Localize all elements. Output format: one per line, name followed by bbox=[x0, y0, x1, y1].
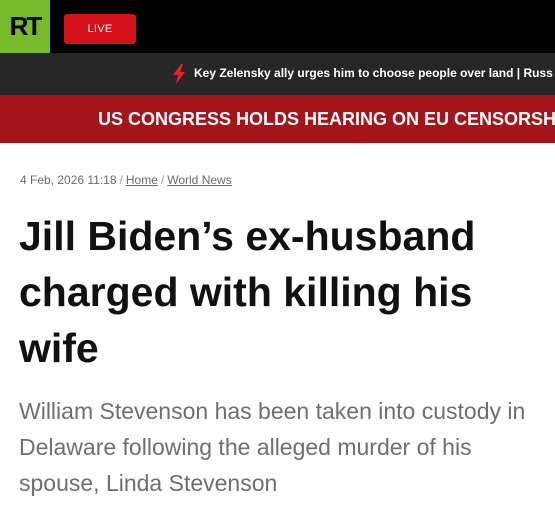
ticker-headline[interactable]: Key Zelensky ally urges him to choose pe… bbox=[194, 66, 553, 80]
breaking-headline[interactable]: US CONGRESS HOLDS HEARING ON EU CENSORSH… bbox=[98, 109, 555, 130]
article-lead: William Stevenson has been taken into cu… bbox=[19, 398, 526, 496]
publish-date: 4 Feb, 2026 11:18 bbox=[20, 173, 117, 187]
article-headline: Jill Biden’s ex-husband charged with kil… bbox=[19, 213, 476, 371]
news-ticker[interactable]: Key Zelensky ally urges him to choose pe… bbox=[0, 53, 555, 95]
breaking-news-banner[interactable]: US CONGRESS HOLDS HEARING ON EU CENSORSH… bbox=[0, 95, 555, 143]
live-button[interactable]: LIVE bbox=[64, 14, 136, 44]
breadcrumb-separator: / bbox=[119, 173, 123, 187]
logo-text: RT bbox=[9, 11, 43, 41]
rt-logo[interactable]: RT bbox=[0, 0, 50, 53]
lightning-bolt-icon bbox=[173, 64, 185, 84]
breadcrumb-separator: / bbox=[160, 173, 165, 187]
top-bar: RT LIVE bbox=[0, 0, 555, 53]
article-meta: 4 Feb, 2026 11:18/Home / World News bbox=[20, 173, 232, 187]
breadcrumb-world-news-link[interactable]: World News bbox=[167, 173, 231, 187]
breadcrumb-home-link[interactable]: Home bbox=[126, 173, 158, 187]
